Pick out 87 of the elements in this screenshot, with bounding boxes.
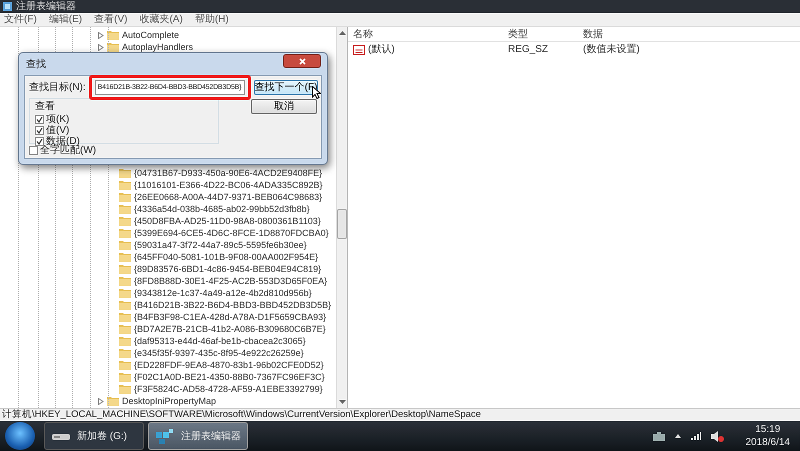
string-value-icon — [353, 44, 365, 54]
close-button[interactable] — [283, 54, 321, 68]
taskbar-button[interactable]: 注册表编辑器 — [148, 422, 248, 450]
clock-date[interactable]: 2018/6/14 — [746, 436, 790, 449]
tree-item[interactable]: {11016101-E366-4D22-BC06-4ADA335C892B} — [134, 180, 322, 190]
scrollbar-thumb[interactable] — [337, 209, 347, 239]
column-header[interactable]: 名称 — [353, 26, 373, 42]
tree-item[interactable]: {26EE0668-A00A-44D7-9371-BEB064C98683} — [134, 192, 322, 202]
tree-item[interactable]: {4336a54d-038b-4685-ab02-99bb52d3fb8b} — [134, 204, 310, 214]
folder-icon — [119, 360, 131, 370]
folder-icon — [119, 312, 131, 322]
keyboard-icon — [652, 432, 664, 440]
registry-icon — [3, 2, 12, 11]
column-header[interactable]: 类型 — [508, 28, 528, 40]
close-icon — [298, 58, 306, 64]
column-header[interactable]: 数据 — [583, 28, 603, 40]
folder-icon — [119, 192, 131, 202]
tree-item[interactable]: {F02C1A0D-BE21-4350-88B0-7367FC96EF3C} — [134, 372, 325, 382]
menu-item[interactable]: 编辑(E) — [48, 13, 82, 26]
menu-item[interactable]: 文件(F) — [4, 13, 37, 26]
folder-icon — [119, 204, 131, 214]
tree-item[interactable]: AutoplayHandlers — [122, 42, 194, 52]
folder-icon — [107, 42, 119, 52]
muted-speaker-icon — [710, 430, 724, 442]
menu-item[interactable]: 收藏夹(A) — [139, 13, 183, 26]
folder-icon — [119, 228, 131, 238]
folder-icon — [119, 300, 131, 310]
tree-item[interactable]: {9343812e-1c37-4a49-a12e-4b2d810d956b} — [134, 288, 312, 298]
folder-icon — [119, 264, 131, 274]
menu-item[interactable]: 查看(V) — [94, 13, 128, 26]
cancel-button[interactable]: 取消 — [251, 99, 317, 114]
tree-item[interactable]: {645FF040-5081-101B-9F08-00AA002F954E} — [134, 252, 318, 262]
folder-icon — [119, 180, 131, 190]
tree-item[interactable]: {F3F5824C-AD58-4728-AF59-A1EBE3392799} — [134, 384, 323, 394]
status-bar: 计算机\HKEY_LOCAL_MACHINE\SOFTWARE\Microsoft\Windows\CurrentVersion\Explorer\Desktop\NameSpace — [0, 408, 800, 421]
down-arrow-icon — [338, 400, 346, 404]
folder-icon — [119, 240, 131, 250]
tree-item[interactable]: {BD7A2E7B-21CB-41b2-A086-B309680C6B7E} — [134, 324, 326, 334]
table-cell: (数值未设置) — [583, 44, 640, 55]
dialog-title: 查找 — [25, 58, 46, 72]
checkbox[interactable] — [35, 115, 44, 124]
folder-icon — [119, 336, 131, 346]
table-cell-text: (默认) — [368, 43, 395, 57]
checkbox-label[interactable]: 数据(D) — [46, 136, 80, 147]
folder-icon — [119, 252, 131, 262]
tree-item[interactable]: {daf95313-e44d-46af-be1b-cbacea2c3065} — [134, 336, 306, 346]
taskbar-button[interactable]: 新加卷 (G:) — [44, 422, 144, 450]
tree-item[interactable]: {B4FB3F98-C1EA-428d-A78A-D1F5659CBA93} — [134, 312, 326, 322]
table-cell: REG_SZ — [508, 44, 548, 55]
tree-item[interactable]: {e345f35f-9397-435c-8f95-4e922c26259e} — [134, 348, 304, 358]
folder-icon — [119, 384, 131, 394]
checkbox[interactable] — [35, 137, 44, 146]
folder-icon — [119, 288, 131, 298]
cubes-icon — [155, 428, 175, 444]
checkbox-label[interactable]: 全字匹配(W) — [40, 145, 96, 156]
tree-item[interactable]: AutoComplete — [122, 30, 180, 40]
checkbox-label[interactable]: 项(K) — [46, 114, 70, 125]
folder-icon — [119, 348, 131, 358]
checkbox-label[interactable]: 值(V) — [46, 125, 70, 136]
folder-icon — [119, 276, 131, 286]
signal-icon — [690, 432, 700, 440]
field-label: 查找目标(N): — [29, 80, 86, 95]
tree-item[interactable]: {8FD8B88D-30E1-4F25-AC2B-553D3D65F0EA} — [134, 276, 328, 286]
start-button[interactable] — [5, 422, 35, 450]
tree-item[interactable]: {ED228FDF-9EA8-4870-83b1-96b02CFE0D52} — [134, 360, 324, 370]
clock-time[interactable]: 15:19 — [746, 423, 790, 436]
up-triangle-icon — [674, 434, 680, 438]
scrollbar[interactable] — [336, 27, 347, 408]
folder-icon — [119, 324, 131, 334]
folder-icon — [107, 30, 119, 40]
tree-item[interactable]: {04731B67-D933-450a-90E6-4ACD2E9408FE} — [134, 168, 322, 178]
folder-icon — [119, 168, 131, 178]
up-arrow-icon — [338, 31, 346, 35]
tree-item[interactable]: {450D8FBA-AD25-11D0-98A8-0800361B1103} — [134, 216, 321, 226]
checkbox[interactable] — [35, 126, 44, 135]
window-title: 注册表编辑器 — [16, 0, 76, 13]
folder-icon — [107, 396, 119, 406]
tree-item[interactable]: {59031a47-3f72-44a7-89c5-5595fe6b30ee} — [134, 240, 307, 250]
group-title: 查看 — [35, 100, 56, 114]
folder-icon — [119, 216, 131, 226]
tree-item[interactable]: {5399E694-6CE5-4D6C-8FCE-1D8870FDCBA0} — [134, 228, 329, 238]
folder-icon — [119, 372, 131, 382]
tree-item[interactable]: {89D83576-6BD1-4c86-9454-BEB04E94C819} — [134, 264, 322, 274]
menu-item[interactable]: 帮助(H) — [194, 13, 229, 26]
tree-item[interactable]: {B416D21B-3B22-B6D4-BBD3-BBD452DB3D5B} — [134, 300, 332, 310]
tree-item[interactable]: DesktopIniPropertyMap — [122, 396, 216, 406]
checkbox[interactable] — [29, 146, 38, 155]
